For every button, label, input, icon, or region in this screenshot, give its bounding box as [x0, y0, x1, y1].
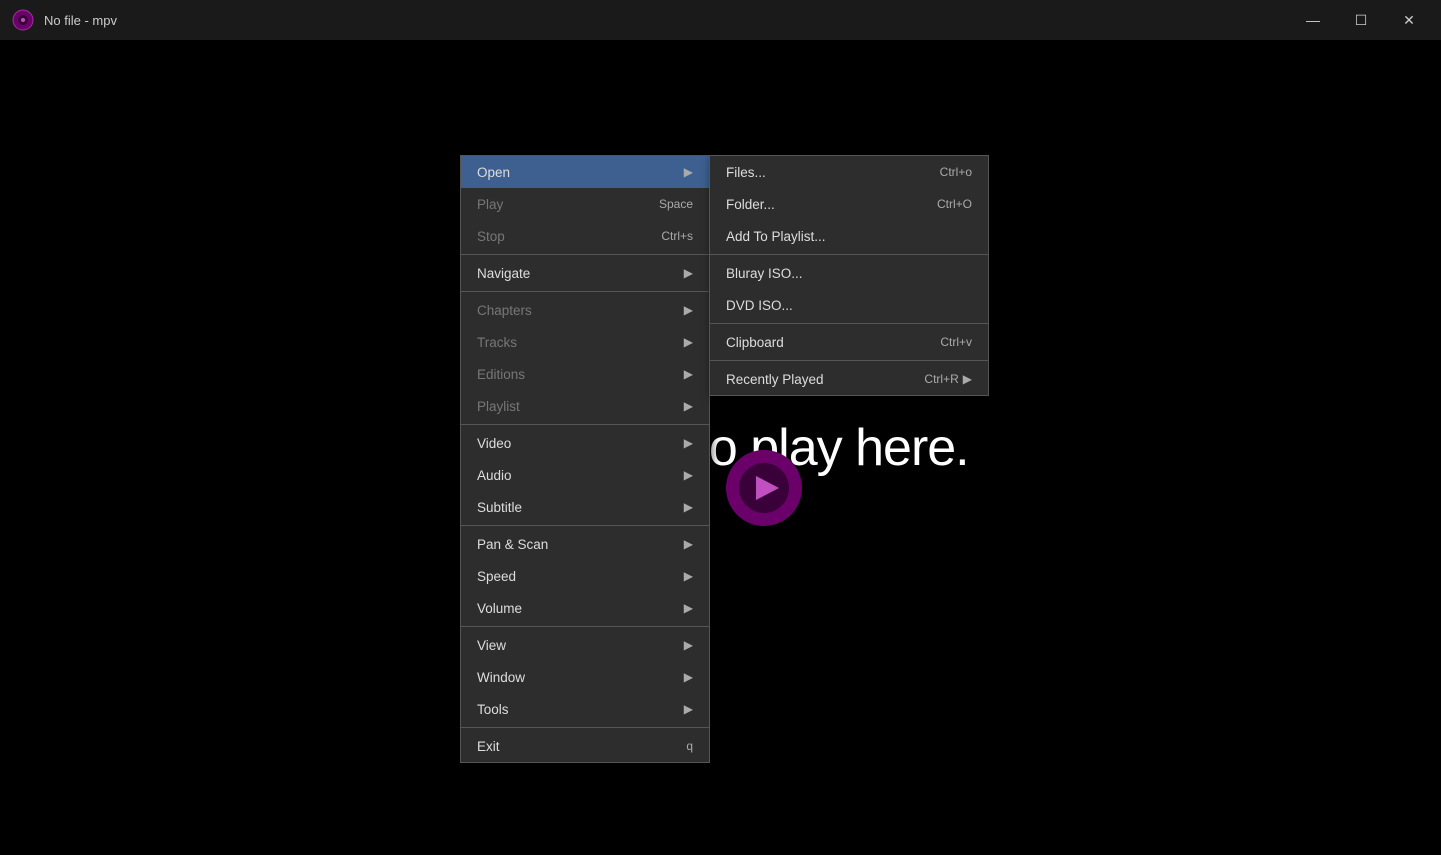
maximize-button[interactable]: ☐ [1341, 4, 1381, 36]
submenu-sep2 [710, 323, 988, 324]
submenu-clipboard-label: Clipboard [726, 335, 920, 350]
menu-item-stop[interactable]: Stop Ctrl+s [461, 220, 709, 252]
submenu-recently-played-label: Recently Played [726, 372, 904, 387]
menu-item-speed[interactable]: Speed ▶ [461, 560, 709, 592]
menu-item-window-arrow: ▶ [684, 670, 693, 684]
submenu-clipboard-shortcut: Ctrl+v [940, 335, 972, 349]
submenu-folder-label: Folder... [726, 197, 917, 212]
menu-item-audio-arrow: ▶ [684, 468, 693, 482]
menu-sep4 [461, 525, 709, 526]
main-area: Drop files to play here. Open ▶ Files...… [0, 40, 1441, 855]
menu-item-audio-label: Audio [477, 468, 680, 483]
menu-item-play[interactable]: Play Space [461, 188, 709, 220]
menu-item-chapters-arrow: ▶ [684, 303, 693, 317]
menu-item-audio[interactable]: Audio ▶ [461, 459, 709, 491]
close-button[interactable]: ✕ [1389, 4, 1429, 36]
menu-item-tracks-arrow: ▶ [684, 335, 693, 349]
menu-sep1 [461, 254, 709, 255]
menu-item-playlist-arrow: ▶ [684, 399, 693, 413]
submenu-recently-played[interactable]: Recently Played Ctrl+R ▶ [710, 363, 988, 395]
window-controls: — ☐ ✕ [1293, 4, 1429, 36]
menu-item-chapters-label: Chapters [477, 303, 680, 318]
menu-item-panscan-arrow: ▶ [684, 537, 693, 551]
menu-sep6 [461, 727, 709, 728]
submenu-sep3 [710, 360, 988, 361]
submenu-clipboard[interactable]: Clipboard Ctrl+v [710, 326, 988, 358]
menu-item-panscan[interactable]: Pan & Scan ▶ [461, 528, 709, 560]
context-menu: Open ▶ Files... Ctrl+o Folder... Ctrl+O … [460, 155, 710, 763]
submenu-files-label: Files... [726, 165, 920, 180]
menu-item-navigate-arrow: ▶ [684, 266, 693, 280]
menu-item-tools-label: Tools [477, 702, 680, 717]
window-title: No file - mpv [44, 13, 1293, 28]
menu-item-subtitle[interactable]: Subtitle ▶ [461, 491, 709, 523]
menu-item-chapters[interactable]: Chapters ▶ [461, 294, 709, 326]
submenu-sep1 [710, 254, 988, 255]
menu-item-volume[interactable]: Volume ▶ [461, 592, 709, 624]
menu-item-subtitle-arrow: ▶ [684, 500, 693, 514]
menu-item-volume-label: Volume [477, 601, 680, 616]
submenu-folder-shortcut: Ctrl+O [937, 197, 972, 211]
submenu-add-to-playlist-label: Add To Playlist... [726, 229, 952, 244]
menu-item-navigate-label: Navigate [477, 266, 680, 281]
menu-overlay: Open ▶ Files... Ctrl+o Folder... Ctrl+O … [0, 40, 1441, 855]
menu-item-view-label: View [477, 638, 680, 653]
menu-item-open[interactable]: Open ▶ Files... Ctrl+o Folder... Ctrl+O … [461, 156, 709, 188]
menu-item-video[interactable]: Video ▶ [461, 427, 709, 459]
submenu-recently-played-shortcut: Ctrl+R [924, 372, 958, 386]
menu-item-play-label: Play [477, 197, 639, 212]
menu-item-exit[interactable]: Exit q [461, 730, 709, 762]
submenu-add-to-playlist[interactable]: Add To Playlist... [710, 220, 988, 252]
menu-item-video-arrow: ▶ [684, 436, 693, 450]
submenu-dvd-label: DVD ISO... [726, 298, 952, 313]
menu-item-subtitle-label: Subtitle [477, 500, 680, 515]
menu-item-editions-arrow: ▶ [684, 367, 693, 381]
minimize-button[interactable]: — [1293, 4, 1333, 36]
submenu-dvd[interactable]: DVD ISO... [710, 289, 988, 321]
title-bar: No file - mpv — ☐ ✕ [0, 0, 1441, 40]
submenu-folder[interactable]: Folder... Ctrl+O [710, 188, 988, 220]
menu-item-navigate[interactable]: Navigate ▶ [461, 257, 709, 289]
menu-item-window[interactable]: Window ▶ [461, 661, 709, 693]
menu-item-play-shortcut: Space [659, 197, 693, 211]
menu-item-stop-label: Stop [477, 229, 641, 244]
menu-item-exit-shortcut: q [686, 739, 693, 753]
menu-item-view-arrow: ▶ [684, 638, 693, 652]
menu-item-editions-label: Editions [477, 367, 680, 382]
menu-item-playlist[interactable]: Playlist ▶ [461, 390, 709, 422]
menu-item-open-label: Open [477, 165, 680, 180]
menu-item-tracks[interactable]: Tracks ▶ [461, 326, 709, 358]
menu-sep3 [461, 424, 709, 425]
menu-item-volume-arrow: ▶ [684, 601, 693, 615]
menu-item-playlist-label: Playlist [477, 399, 680, 414]
menu-sep5 [461, 626, 709, 627]
menu-item-stop-shortcut: Ctrl+s [661, 229, 693, 243]
menu-item-open-arrow: ▶ [684, 165, 693, 179]
menu-item-tools[interactable]: Tools ▶ [461, 693, 709, 725]
menu-item-speed-arrow: ▶ [684, 569, 693, 583]
menu-item-speed-label: Speed [477, 569, 680, 584]
submenu-files[interactable]: Files... Ctrl+o [710, 156, 988, 188]
menu-item-panscan-label: Pan & Scan [477, 537, 680, 552]
submenu-files-shortcut: Ctrl+o [940, 165, 972, 179]
menu-item-tools-arrow: ▶ [684, 702, 693, 716]
app-logo [12, 9, 34, 31]
menu-item-exit-label: Exit [477, 739, 666, 754]
menu-item-editions[interactable]: Editions ▶ [461, 358, 709, 390]
submenu-bluray-label: Bluray ISO... [726, 266, 952, 281]
open-submenu: Files... Ctrl+o Folder... Ctrl+O Add To … [709, 155, 989, 396]
menu-item-tracks-label: Tracks [477, 335, 680, 350]
submenu-bluray[interactable]: Bluray ISO... [710, 257, 988, 289]
submenu-recently-played-arrow: ▶ [963, 372, 972, 386]
menu-item-view[interactable]: View ▶ [461, 629, 709, 661]
menu-item-window-label: Window [477, 670, 680, 685]
menu-sep2 [461, 291, 709, 292]
menu-item-video-label: Video [477, 436, 680, 451]
